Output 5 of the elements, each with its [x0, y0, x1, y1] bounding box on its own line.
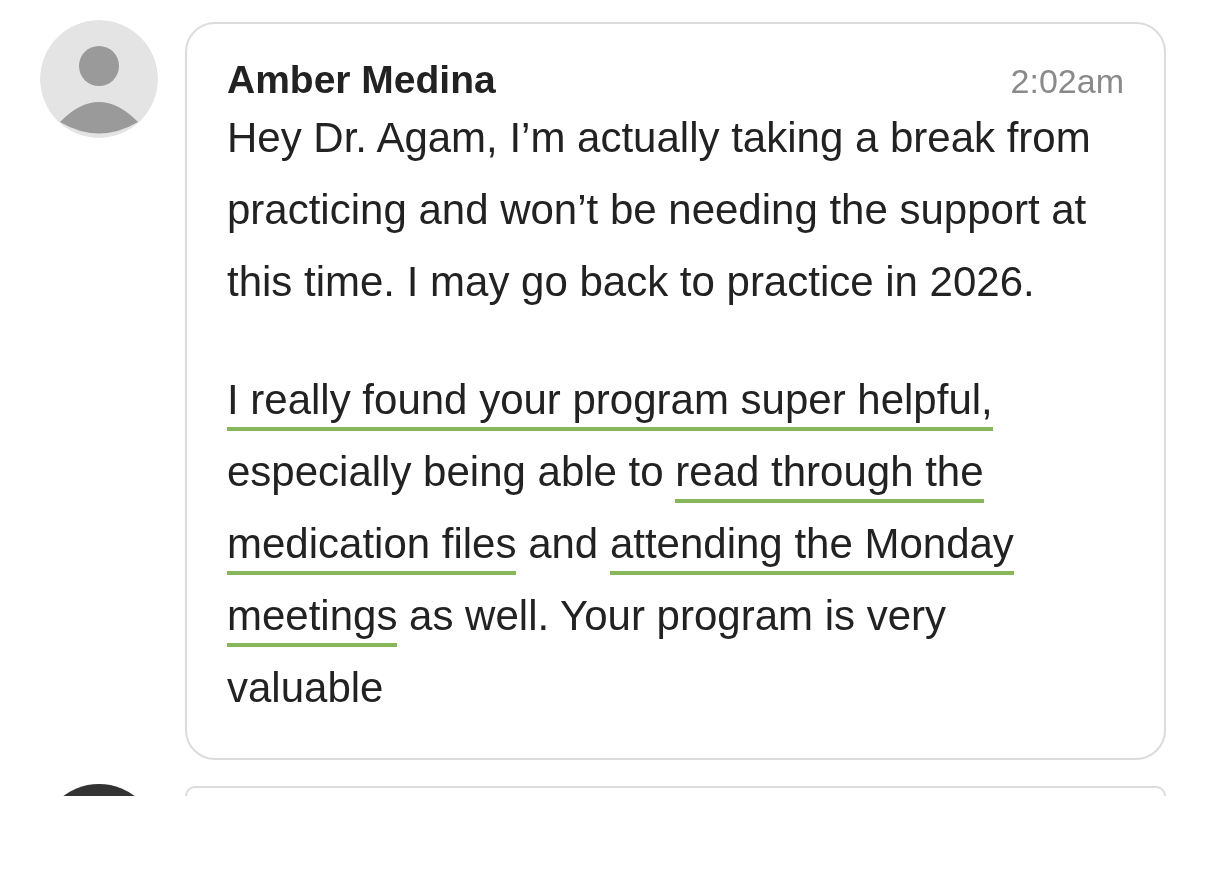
sender-name: Amber Medina	[227, 58, 496, 102]
message-text: I really found your program super helpful, especially being able to read through the medication files and attending the Monday meetings as well. Your program is very valuable	[227, 375, 1015, 713]
message-time: 2:02am	[1010, 62, 1124, 101]
message-text: Hey Dr. Agam, I’m actually taking a break from practicing and won’t be needing the support at this time. I may go back to practice in 2026.	[227, 113, 1092, 307]
avatar-icon	[40, 20, 158, 138]
